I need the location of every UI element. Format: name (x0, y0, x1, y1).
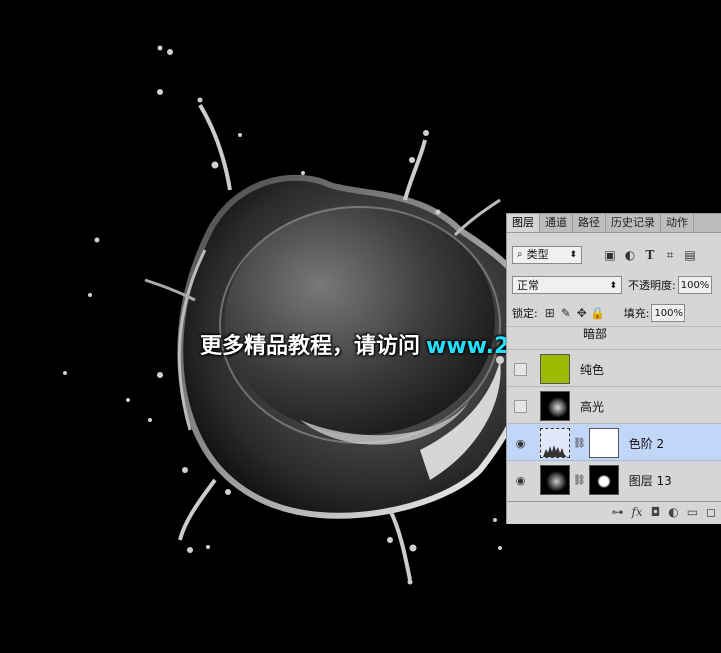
chevron-updown-icon: ⬍ (569, 250, 577, 260)
layer-thumbnail (540, 354, 570, 384)
layer-thumbnail (540, 391, 570, 421)
layer-name: 暗部 (583, 326, 608, 341)
visibility-toggle[interactable]: ◉ (507, 461, 534, 499)
fill-input[interactable]: 100% (651, 304, 686, 322)
layer-row-solid-color[interactable]: 纯色 (507, 349, 721, 388)
layer-row-partial[interactable]: 暗部 (507, 326, 721, 349)
fill-label: 填充: (623, 307, 650, 320)
tab-history[interactable]: 历史记录 (606, 214, 661, 232)
visibility-toggle[interactable]: ◉ (507, 424, 534, 462)
filter-pixel-icon[interactable]: ▣ (602, 247, 618, 263)
layer-name: 图层 13 (628, 473, 672, 488)
splash-tendril-bottom (388, 509, 412, 581)
fx-icon[interactable]: fx (631, 505, 642, 519)
tab-layers[interactable]: 图层 (507, 214, 540, 232)
tab-actions[interactable]: 动作 (661, 214, 694, 232)
panel-footer: ⊶ fx ◘ ◐ ▭ ◻ (507, 501, 721, 521)
layer-mask-thumbnail[interactable] (588, 465, 619, 495)
layer-row-levels[interactable]: ◉ ⛓ 色阶 2 (507, 423, 721, 462)
filter-type-icon[interactable]: T (642, 247, 658, 263)
filter-adjustment-icon[interactable]: ◐ (622, 247, 638, 263)
opacity-label: 不透明度: (628, 279, 676, 292)
visibility-toggle[interactable] (507, 350, 534, 388)
eye-icon: ◉ (515, 436, 526, 450)
lock-position-icon[interactable]: ✥ (574, 305, 590, 321)
folder-icon[interactable]: ▭ (687, 505, 698, 519)
filter-shape-icon[interactable]: ⌗ (662, 247, 678, 263)
levels-adjustment-icon (540, 428, 570, 458)
lock-label: 锁定: (512, 307, 538, 320)
splash-tendril-right (453, 198, 501, 237)
visibility-toggle[interactable] (507, 387, 534, 425)
eye-icon: ◉ (515, 473, 526, 487)
splash-tendril-bottom-left (178, 478, 217, 541)
visibility-box (514, 399, 527, 413)
visibility-box (514, 362, 527, 376)
splash-tendril-top-left (198, 103, 232, 191)
layer-mask-thumbnail[interactable] (588, 428, 619, 458)
layer-row-highlight[interactable]: 高光 (507, 386, 721, 425)
link-icon[interactable]: ⛓ (573, 475, 586, 486)
layer-thumbnail (540, 465, 570, 495)
opacity-input[interactable]: 100% (677, 276, 712, 294)
chevron-updown-icon: ⬍ (609, 281, 617, 291)
new-layer-icon[interactable]: ◻ (706, 505, 716, 519)
layers-panel: 图层 通道 路径 历史记录 动作 ⌕ 类型 ⬍ ▣ ◐ T ⌗ ▤ 正常 ⬍ 不… (506, 213, 721, 524)
panel-tabs: 图层 通道 路径 历史记录 动作 (507, 214, 721, 233)
layer-row-layer13[interactable]: ◉ ⛓ 图层 13 (507, 460, 721, 499)
lock-image-icon[interactable]: ✎ (558, 305, 574, 321)
link-icon[interactable]: ⛓ (573, 438, 586, 449)
blend-mode-value: 正常 (517, 279, 539, 292)
inner-sphere (225, 205, 495, 435)
layer-filter-select[interactable]: ⌕ 类型 ⬍ (512, 246, 582, 264)
splash-tendril-top (403, 139, 427, 201)
filter-label: 类型 (526, 248, 549, 261)
lock-transparent-icon[interactable]: ⊞ (542, 305, 558, 321)
adjustment-icon[interactable]: ◐ (668, 505, 678, 519)
mask-icon[interactable]: ◘ (651, 505, 661, 519)
tab-channels[interactable]: 通道 (540, 214, 573, 232)
layer-name: 高光 (580, 399, 605, 414)
layer-name: 色阶 2 (628, 436, 665, 451)
link-icon[interactable]: ⊶ (611, 505, 623, 519)
lock-all-icon[interactable]: 🔒 (590, 305, 606, 321)
blend-mode-select[interactable]: 正常 ⬍ (512, 276, 622, 294)
search-icon: ⌕ (517, 249, 523, 260)
tab-paths[interactable]: 路径 (573, 214, 606, 232)
filter-smart-icon[interactable]: ▤ (682, 247, 698, 263)
watermark-text: 更多精品教程，请访问 (200, 334, 421, 359)
layer-name: 纯色 (580, 362, 605, 377)
